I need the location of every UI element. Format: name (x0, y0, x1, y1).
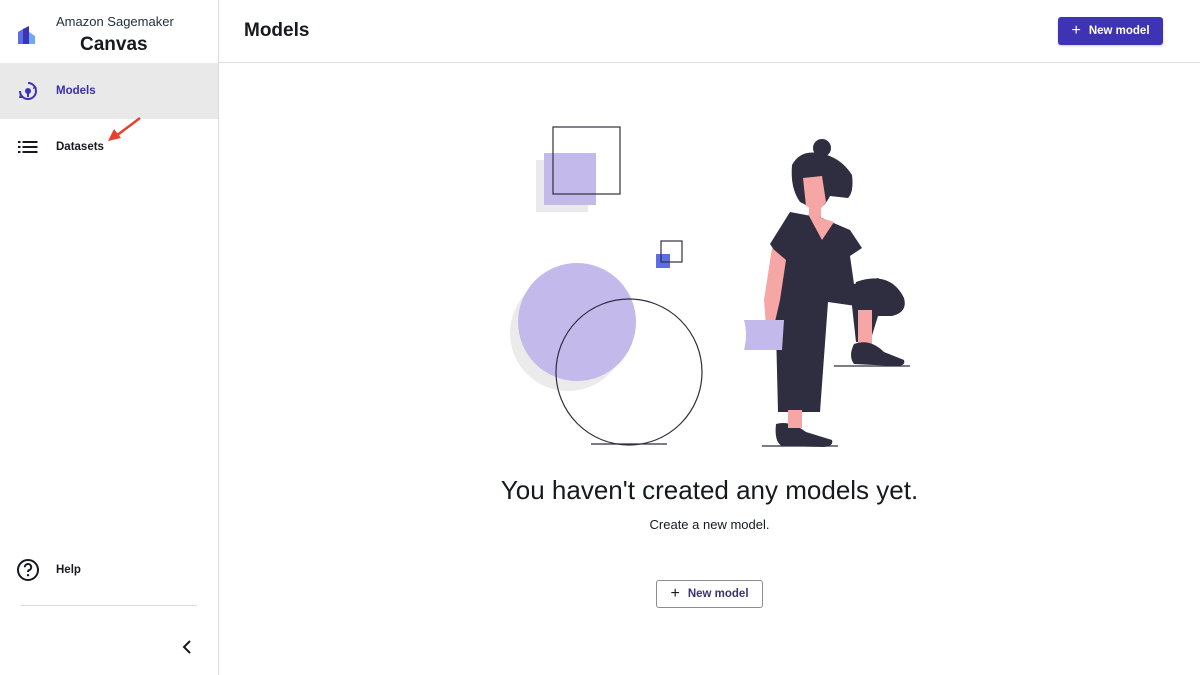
sidebar-item-label: Datasets (56, 141, 104, 153)
empty-state-new-model-button[interactable]: + New model (656, 580, 763, 608)
help-link[interactable]: Help (0, 542, 218, 598)
brand-subtitle: Amazon Sagemaker (56, 14, 174, 29)
page-title: Models (244, 20, 310, 41)
chevron-left-icon (182, 640, 191, 654)
canvas-logo-icon (18, 26, 35, 44)
sidebar-divider (21, 605, 197, 606)
empty-state-illustration (510, 126, 910, 447)
plus-icon: + (1071, 22, 1081, 39)
sidebar-item-label: Models (56, 85, 96, 97)
models-icon (16, 79, 40, 103)
sidebar-item-models[interactable]: Models (0, 63, 218, 119)
new-model-button[interactable]: + New model (1058, 17, 1163, 45)
sidebar: Amazon Sagemaker Canvas Models Datasets … (0, 0, 219, 675)
annotation-arrow-icon (108, 117, 141, 141)
brand-title: Canvas (80, 34, 148, 55)
brand: Amazon Sagemaker Canvas (0, 0, 219, 62)
list-icon (16, 135, 40, 159)
plus-icon: + (670, 585, 680, 602)
new-model-label: New model (1088, 25, 1150, 37)
empty-state-button-label: New model (687, 588, 749, 600)
empty-state-title: You haven't created any models yet. (500, 475, 919, 505)
app: Amazon Sagemaker Canvas Models Datasets … (0, 0, 1200, 675)
collapse-sidebar-button[interactable] (176, 636, 198, 658)
empty-state-subtitle: Create a new model. (649, 517, 770, 532)
help-label: Help (56, 564, 81, 576)
page-header: Models + New model (219, 0, 1200, 63)
help-icon (16, 558, 40, 582)
